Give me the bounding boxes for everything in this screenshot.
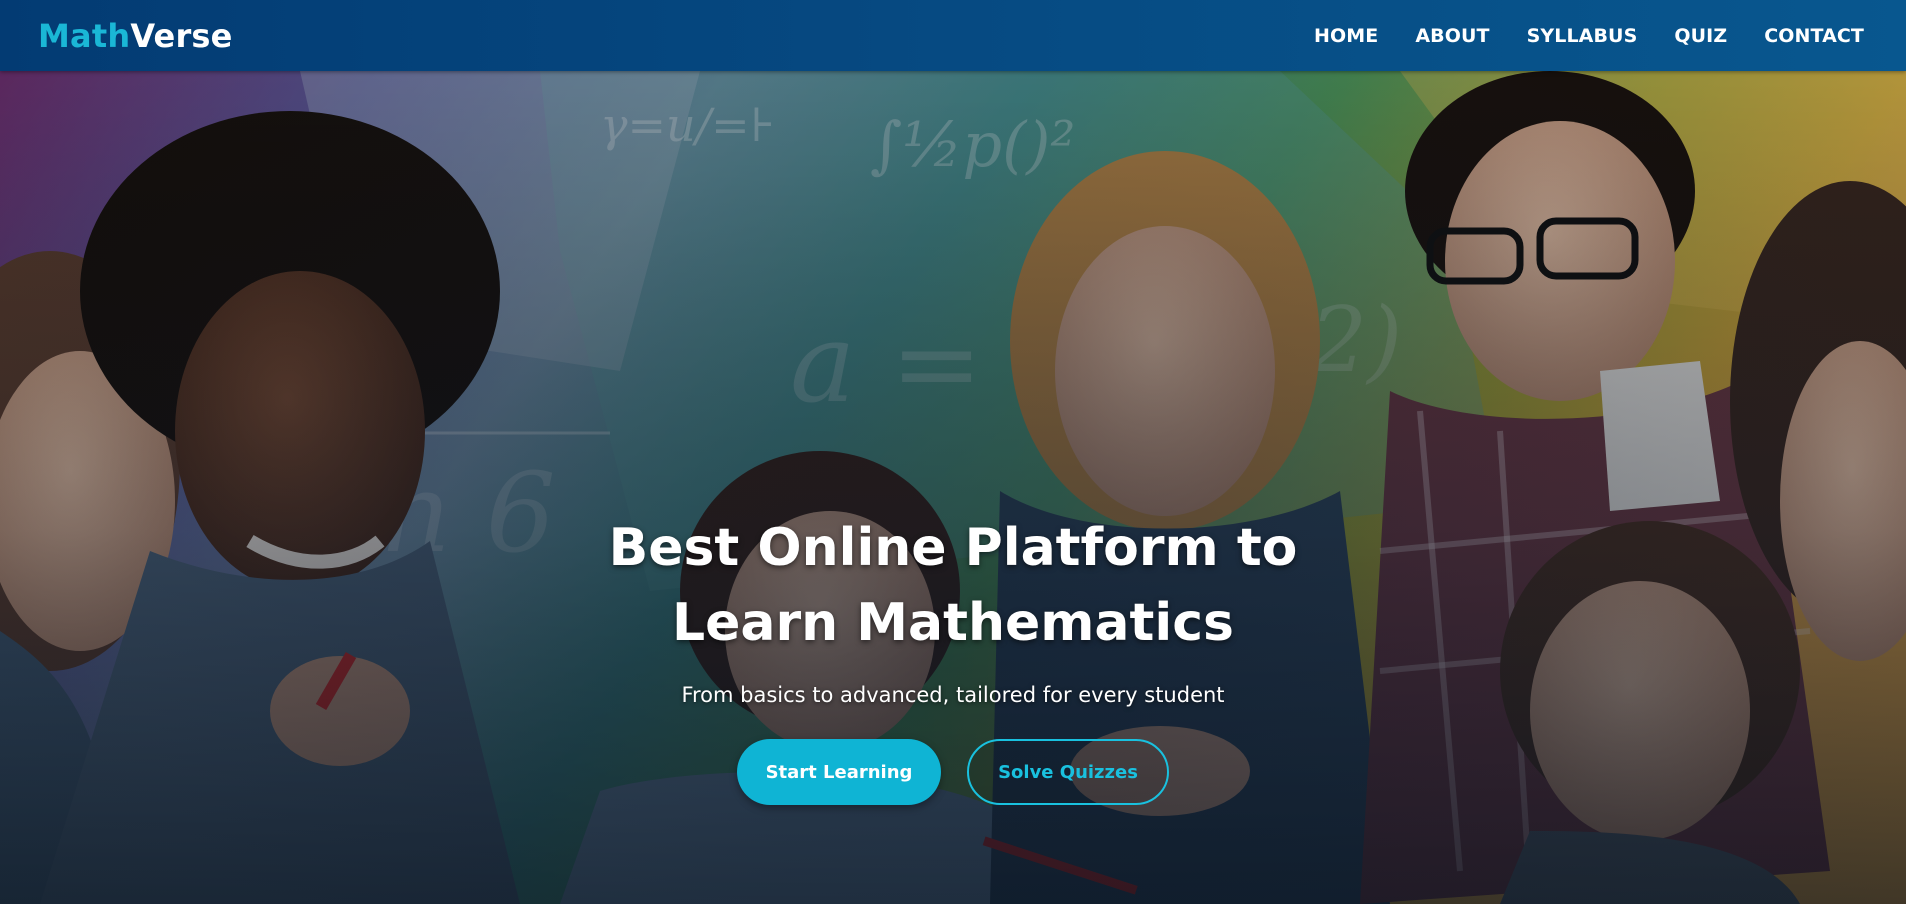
hero-subtitle: From basics to advanced, tailored for ev… bbox=[681, 683, 1225, 707]
nav-item-home[interactable]: HOME bbox=[1314, 25, 1378, 47]
brand-logo[interactable]: MathVerse bbox=[38, 17, 233, 55]
top-navbar: MathVerse HOME ABOUT SYLLABUS QUIZ CONTA… bbox=[0, 0, 1906, 71]
nav-item-contact[interactable]: CONTACT bbox=[1764, 25, 1864, 47]
page: MathVerse HOME ABOUT SYLLABUS QUIZ CONTA… bbox=[0, 0, 1906, 904]
start-learning-button[interactable]: Start Learning bbox=[737, 739, 941, 805]
brand-logo-rest: Verse bbox=[130, 16, 233, 55]
brand-logo-accent: Math bbox=[38, 16, 131, 55]
hero-content: Best Online Platform to Learn Mathematic… bbox=[0, 511, 1906, 805]
nav-item-quiz[interactable]: QUIZ bbox=[1674, 25, 1727, 47]
nav-item-about[interactable]: ABOUT bbox=[1415, 25, 1489, 47]
solve-quizzes-button[interactable]: Solve Quizzes bbox=[967, 739, 1169, 805]
hero-title: Best Online Platform to Learn Mathematic… bbox=[608, 518, 1298, 653]
hero-buttons: Start Learning Solve Quizzes bbox=[0, 739, 1906, 805]
nav-item-syllabus[interactable]: SYLLABUS bbox=[1527, 25, 1638, 47]
nav-menu: HOME ABOUT SYLLABUS QUIZ CONTACT bbox=[1314, 25, 1864, 47]
hero-section: γ=u/=⊦ ∫½p()² a = t n 6 2) t bbox=[0, 71, 1906, 904]
